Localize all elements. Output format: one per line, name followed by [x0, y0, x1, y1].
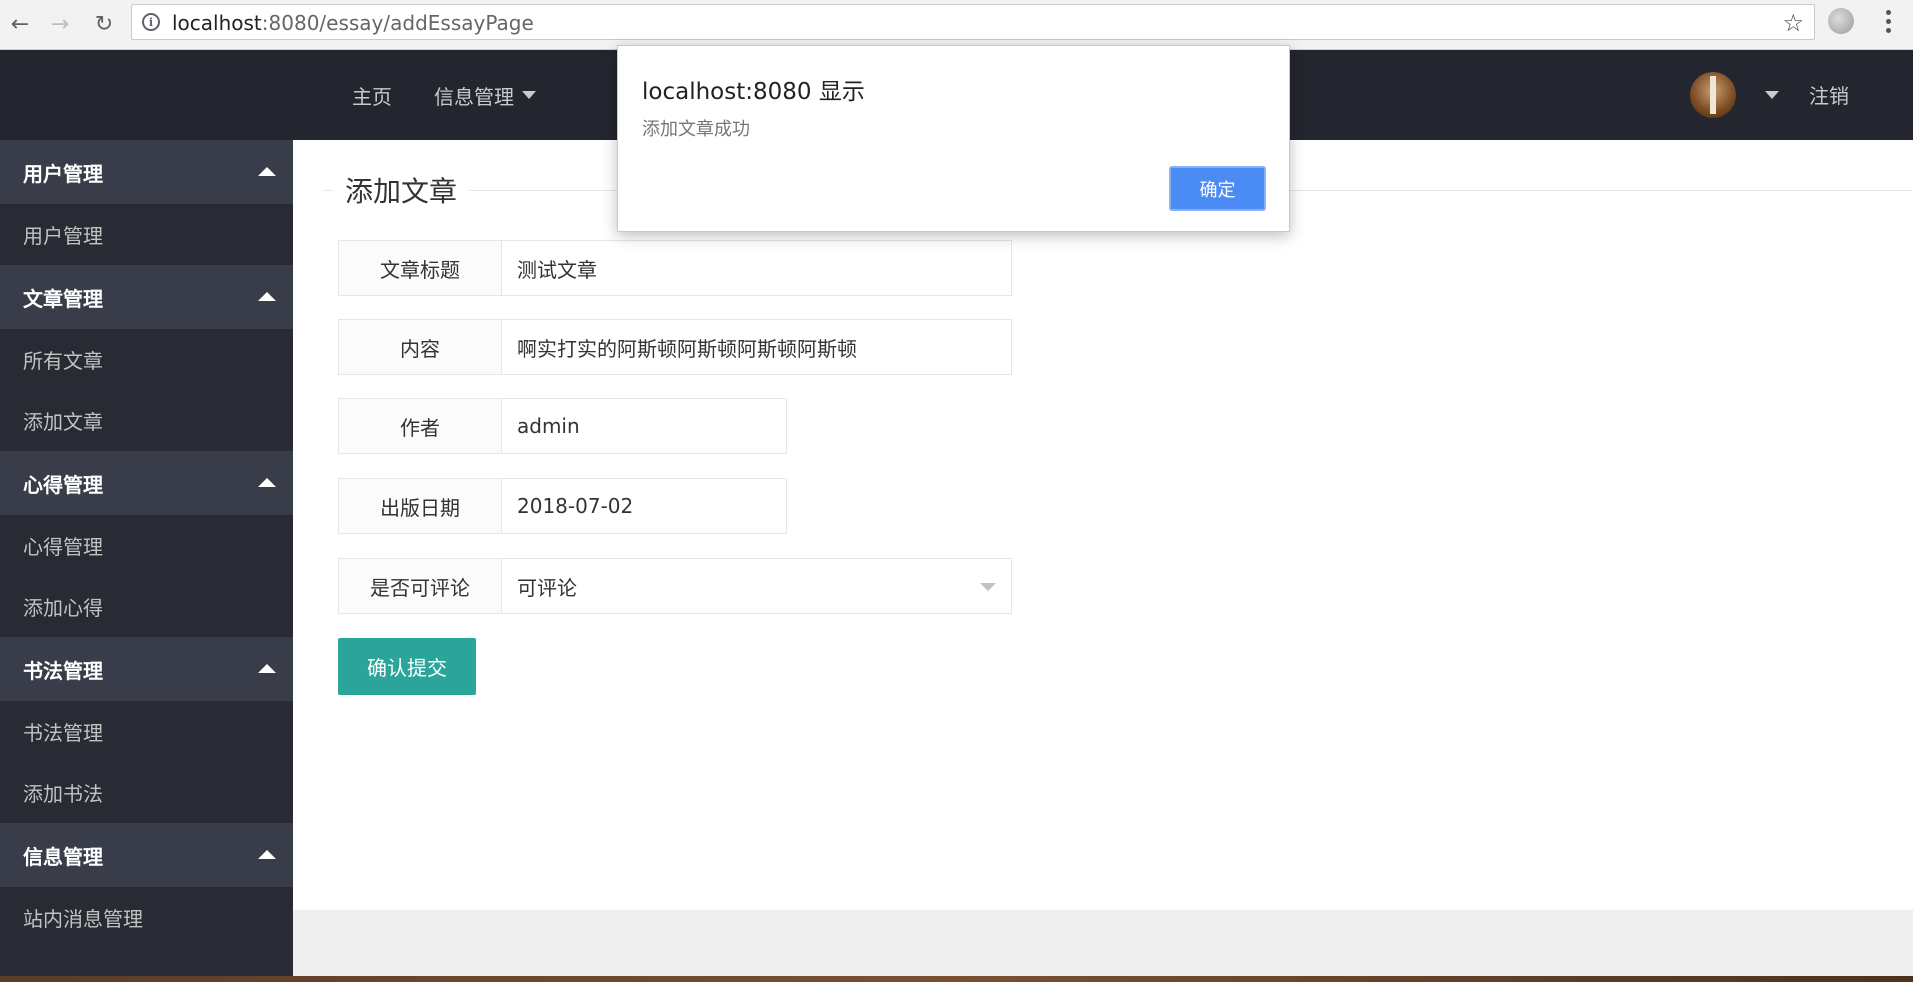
footer: [293, 910, 1913, 976]
dialog-title: localhost:8080 显示: [642, 79, 865, 105]
content-input[interactable]: 啊实打实的阿斯顿阿斯顿阿斯顿阿斯顿: [502, 319, 1012, 375]
url-host: localhost: [172, 11, 262, 35]
dialog-message: 添加文章成功: [642, 119, 750, 140]
url-path: :8080/essay/addEssayPage: [261, 11, 534, 35]
browser-menu-icon[interactable]: [1878, 6, 1898, 36]
top-nav: 主页 信息管理: [352, 50, 578, 140]
nav-info-label: 信息管理: [434, 84, 514, 109]
sidebar-item-calligraphy-management[interactable]: 书法管理: [0, 701, 293, 762]
field-label: 出版日期: [338, 478, 502, 534]
sidebar-group-user[interactable]: 用户管理: [0, 140, 293, 204]
sidebar-group-label: 心得管理: [23, 472, 103, 497]
nav-home-label: 主页: [352, 84, 392, 109]
title-input[interactable]: 测试文章: [502, 240, 1012, 296]
sidebar-item-all-essays[interactable]: 所有文章: [0, 329, 293, 390]
field-label: 是否可评论: [338, 558, 502, 614]
form-row-date: 出版日期 2018-07-02: [338, 478, 787, 534]
sidebar-group-label: 文章管理: [23, 286, 103, 311]
submit-button[interactable]: 确认提交: [338, 638, 476, 695]
dialog-ok-button[interactable]: 确定: [1169, 166, 1266, 211]
field-label: 文章标题: [338, 240, 502, 296]
sidebar-item-user-management[interactable]: 用户管理: [0, 204, 293, 265]
publish-date-input[interactable]: 2018-07-02: [502, 478, 787, 534]
nav-home[interactable]: 主页: [352, 81, 392, 110]
user-menu-chevron-icon[interactable]: [1765, 91, 1779, 99]
sidebar-group-calligraphy[interactable]: 书法管理: [0, 637, 293, 701]
select-value: 可评论: [517, 575, 577, 600]
form-row-commentable: 是否可评论 可评论: [338, 558, 1012, 614]
main-content: 添加文章 文章标题 测试文章 内容 啊实打实的阿斯顿阿斯顿阿斯顿阿斯顿 作者 a…: [293, 140, 1913, 910]
sidebar-group-insight[interactable]: 心得管理: [0, 451, 293, 515]
browser-toolbar: ← → ↻ i localhost:8080/essay/addEssayPag…: [0, 0, 1913, 50]
forward-icon[interactable]: →: [44, 8, 76, 40]
chevron-up-icon: [258, 664, 276, 673]
page-title: 添加文章: [333, 170, 470, 210]
chevron-down-icon: [522, 91, 536, 99]
bookmark-star-icon[interactable]: ☆: [1782, 9, 1804, 37]
os-taskbar: [0, 976, 1913, 982]
sidebar-group-essay[interactable]: 文章管理: [0, 265, 293, 329]
field-label: 内容: [338, 319, 502, 375]
site-info-icon[interactable]: i: [142, 13, 160, 31]
field-label: 作者: [338, 398, 502, 454]
form-row-content: 内容 啊实打实的阿斯顿阿斯顿阿斯顿阿斯顿: [338, 319, 1012, 375]
chevron-up-icon: [258, 850, 276, 859]
sidebar-item-site-messages[interactable]: 站内消息管理: [0, 887, 293, 948]
sidebar: 用户管理 用户管理 文章管理 所有文章 添加文章 心得管理 心得管理 添加心得 …: [0, 140, 293, 976]
author-input[interactable]: admin: [502, 398, 787, 454]
logout-link[interactable]: 注销: [1809, 80, 1849, 109]
commentable-select[interactable]: 可评论: [502, 558, 1012, 614]
sidebar-group-label: 用户管理: [23, 161, 103, 186]
sidebar-item-insight-management[interactable]: 心得管理: [0, 515, 293, 576]
chevron-down-icon: [980, 583, 996, 591]
avatar[interactable]: [1690, 72, 1736, 118]
sidebar-item-add-essay[interactable]: 添加文章: [0, 390, 293, 451]
sidebar-item-add-insight[interactable]: 添加心得: [0, 576, 293, 637]
sidebar-group-label: 信息管理: [23, 844, 103, 869]
alert-dialog: localhost:8080 显示 添加文章成功 确定: [617, 45, 1290, 232]
address-bar[interactable]: i localhost:8080/essay/addEssayPage ☆: [131, 4, 1815, 40]
chevron-up-icon: [258, 478, 276, 487]
sidebar-group-label: 书法管理: [23, 658, 103, 683]
reload-icon[interactable]: ↻: [88, 8, 120, 40]
sidebar-item-add-calligraphy[interactable]: 添加书法: [0, 762, 293, 823]
form-row-title: 文章标题 测试文章: [338, 240, 1012, 296]
chevron-up-icon: [258, 292, 276, 301]
url-text[interactable]: localhost:8080/essay/addEssayPage: [172, 11, 534, 35]
back-icon[interactable]: ←: [4, 8, 36, 40]
extension-icon[interactable]: [1828, 8, 1854, 34]
nav-info-management[interactable]: 信息管理: [434, 81, 536, 110]
chevron-up-icon: [258, 167, 276, 176]
form-row-author: 作者 admin: [338, 398, 787, 454]
sidebar-group-info[interactable]: 信息管理: [0, 823, 293, 887]
